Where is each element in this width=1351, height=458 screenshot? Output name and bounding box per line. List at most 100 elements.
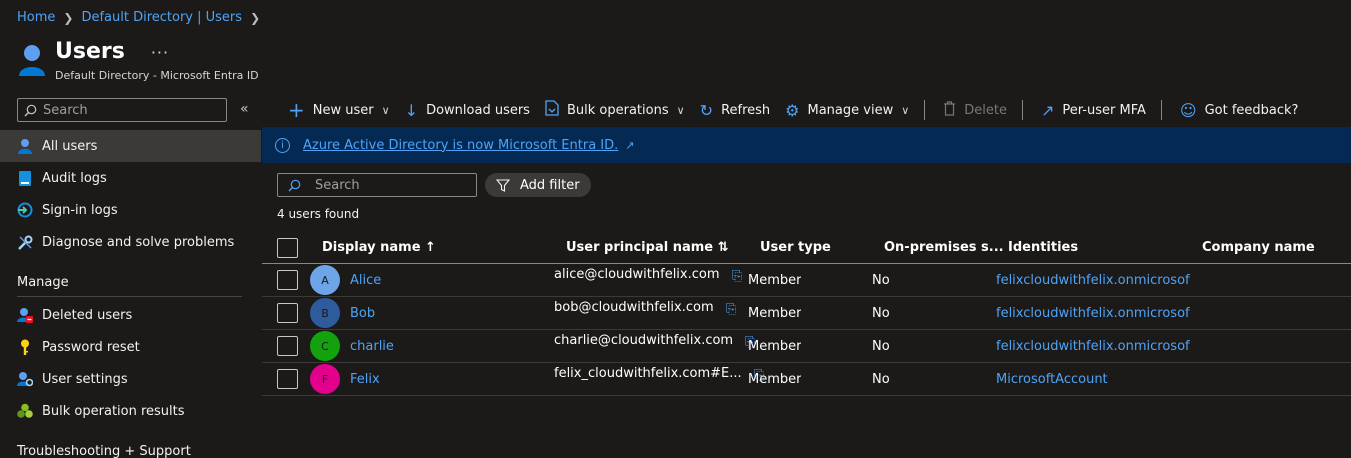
column-header-identities[interactable]: Identities <box>1008 232 1078 263</box>
chevron-down-icon: ∨ <box>676 103 685 117</box>
chevron-right-icon: ❯ <box>63 10 74 25</box>
sidebar-item-label: All users <box>42 138 98 154</box>
collapse-sidebar-button[interactable]: « <box>240 101 249 117</box>
feedback-label: Got feedback? <box>1204 102 1299 118</box>
bulk-operations-icon <box>545 100 559 120</box>
breadcrumb-home-link[interactable]: Home <box>17 10 55 25</box>
refresh-icon: ↻ <box>699 100 714 120</box>
sidebar-item-bulk-results[interactable]: Bulk operation results <box>0 395 261 427</box>
bulk-operations-label: Bulk operations <box>566 102 669 118</box>
sidebar-item-audit-logs[interactable]: Audit logs <box>0 162 261 194</box>
row-checkbox[interactable] <box>277 270 298 290</box>
identities-link[interactable]: felixcloudwithfelix.onmicrosoft.com <box>996 330 1190 362</box>
support-section-title: Troubleshooting + Support <box>17 444 191 458</box>
user-settings-icon <box>17 371 33 387</box>
on-premises-sync: No <box>872 371 890 387</box>
sidebar-item-sign-in-logs[interactable]: Sign-in logs <box>0 194 261 226</box>
info-banner: i Azure Active Directory is now Microsof… <box>262 127 1351 163</box>
identities-link[interactable]: felixcloudwithfelix.onmicrosoft.com <box>996 297 1190 329</box>
identities-link[interactable]: felixcloudwithfelix.onmicrosoft.com <box>996 264 1190 296</box>
feedback-icon: ☺ <box>1179 100 1197 120</box>
on-premises-sync: No <box>872 272 890 288</box>
toolbar-divider <box>1022 100 1023 120</box>
banner-link[interactable]: Azure Active Directory is now Microsoft … <box>303 138 618 153</box>
copy-icon[interactable]: ⎘ <box>726 293 736 325</box>
feedback-button[interactable]: ☺ Got feedback? <box>1180 101 1299 120</box>
user-icon <box>17 138 33 154</box>
search-icon <box>288 179 301 191</box>
sidebar-item-all-users[interactable]: All users <box>0 130 261 162</box>
user-display-name-link[interactable]: Bob <box>350 297 375 329</box>
row-checkbox[interactable] <box>277 369 298 389</box>
sidebar-item-label: Deleted users <box>42 307 133 323</box>
table-header-row: Display name ↑ User principal name ⇅ Use… <box>262 232 1351 264</box>
download-icon: ↓ <box>404 100 419 120</box>
sidebar-item-label: Audit logs <box>42 170 107 186</box>
sign-in-icon <box>17 202 33 218</box>
sidebar-item-diagnose[interactable]: Diagnose and solve problems <box>0 226 261 258</box>
avatar: C <box>310 331 340 361</box>
sidebar-item-label: Sign-in logs <box>42 202 118 218</box>
per-user-mfa-button[interactable]: ↗ Per-user MFA <box>1041 101 1146 120</box>
user-type: Member <box>748 305 802 321</box>
user-type: Member <box>748 272 802 288</box>
external-link-icon: ↗ <box>625 138 635 152</box>
user-display-name-link[interactable]: charlie <box>350 330 394 362</box>
manage-view-label: Manage view <box>807 102 894 118</box>
users-icon <box>19 45 45 76</box>
delete-button[interactable]: Delete <box>943 100 1007 120</box>
users-table: Display name ↑ User principal name ⇅ Use… <box>262 232 1351 396</box>
command-bar: + New user ∨ ↓ Download users Bulk opera… <box>288 99 1313 121</box>
table-row[interactable]: Ccharlie charlie@cloudwithfelix.com ⎘ Membe… <box>262 330 1351 363</box>
add-filter-button[interactable]: Add filter <box>485 173 591 197</box>
breadcrumb: Home ❯ Default Directory | Users ❯ <box>17 10 268 25</box>
more-options-button[interactable]: ··· <box>151 43 169 62</box>
select-all-checkbox[interactable] <box>277 237 298 258</box>
manage-view-button[interactable]: ⚙ Manage view ∨ <box>785 101 909 120</box>
new-user-label: New user <box>312 102 374 118</box>
delete-label: Delete <box>964 102 1007 118</box>
gear-icon: ⚙ <box>785 100 800 120</box>
user-display-name-link[interactable]: Alice <box>350 264 381 296</box>
copy-icon[interactable]: ⎘ <box>732 260 742 292</box>
audit-log-icon <box>17 170 33 186</box>
manage-section-title: Manage <box>17 275 69 290</box>
user-display-name-link[interactable]: Felix <box>350 363 380 395</box>
page-header: Users ··· Default Directory - Microsoft … <box>17 40 259 82</box>
user-principal-name: felix_cloudwithfelix.com#E... <box>554 365 742 381</box>
info-icon: i <box>275 137 290 153</box>
sidebar-nav: All users Audit logs Sign-in logs Diagno… <box>0 130 261 258</box>
sidebar-item-user-settings[interactable]: User settings <box>0 363 261 395</box>
section-divider <box>17 296 242 297</box>
sidebar-item-password-reset[interactable]: Password reset <box>0 331 261 363</box>
row-checkbox[interactable] <box>277 303 298 323</box>
search-input[interactable]: Search <box>277 173 477 197</box>
breadcrumb-directory-link[interactable]: Default Directory | Users <box>81 10 242 25</box>
table-row[interactable]: B Bob bob@cloudwithfelix.com ⎘ Member No felix… <box>262 297 1351 330</box>
sidebar-search-input[interactable]: Search <box>17 98 227 122</box>
table-row[interactable]: A Alice alice@cloudwithfelix.com ⎘ Member No f… <box>262 264 1351 297</box>
refresh-label: Refresh <box>721 102 771 118</box>
deleted-user-icon <box>17 307 33 323</box>
column-header-on-premises[interactable]: On-premises s... <box>884 232 1004 263</box>
new-user-button[interactable]: + New user ∨ <box>288 100 390 120</box>
key-icon <box>17 339 33 355</box>
refresh-button[interactable]: ↻ Refresh <box>700 101 771 120</box>
sidebar-item-deleted-users[interactable]: Deleted users <box>0 299 261 331</box>
chevron-right-icon: ❯ <box>250 10 261 25</box>
download-users-button[interactable]: ↓ Download users <box>405 101 530 120</box>
column-header-user-type[interactable]: User type <box>760 232 831 263</box>
identities-link[interactable]: MicrosoftAccount <box>996 363 1190 395</box>
column-header-display-name[interactable]: Display name ↑ <box>322 232 436 263</box>
user-principal-name: bob@cloudwithfelix.com <box>554 299 714 315</box>
row-checkbox[interactable] <box>277 336 298 356</box>
wrench-icon <box>17 234 33 250</box>
user-type: Member <box>748 338 802 354</box>
search-icon <box>24 104 37 116</box>
page-subtitle: Default Directory - Microsoft Entra ID <box>55 69 259 82</box>
on-premises-sync: No <box>872 338 890 354</box>
per-user-mfa-label: Per-user MFA <box>1062 102 1146 118</box>
table-row[interactable]: F Felix felix_cloudwithfelix.com#E... ⎘ Memb… <box>262 363 1351 396</box>
bulk-operations-button[interactable]: Bulk operations ∨ <box>545 100 685 120</box>
column-header-company[interactable]: Company name <box>1202 232 1315 263</box>
